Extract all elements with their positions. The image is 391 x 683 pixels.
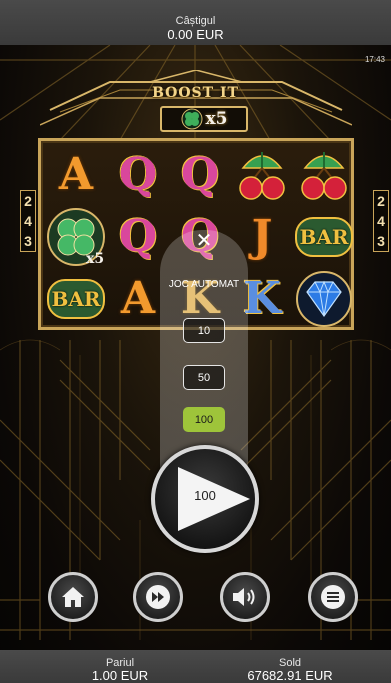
cherries-symbol [301, 152, 347, 200]
autoplay-option-50[interactable]: 50 [183, 365, 225, 390]
win-label: Câștigul [175, 15, 216, 27]
left-line-counter-1: 2 [24, 193, 32, 209]
speaker-icon [233, 588, 255, 606]
symbol-a: A [58, 149, 94, 200]
cherries-icon [231, 144, 293, 206]
right-line-counter-1: 2 [377, 193, 385, 209]
autoplay-title: JOC AUTOMAT [168, 279, 240, 290]
symbol-q: Q [118, 149, 158, 200]
clover-icon: x5 [45, 206, 107, 268]
balance-value: 67682.91 EUR [247, 668, 333, 683]
symbol-q: Q [180, 149, 220, 200]
bet-value[interactable]: 1.00 EUR [80, 668, 160, 683]
bottom-bar: Pariul 1.00 EUR Sold 67682.91 EUR [0, 650, 391, 683]
fast-forward-icon [146, 585, 170, 609]
diamond-icon [293, 268, 355, 330]
top-bar: Câștigul 0.00 EUR [0, 0, 391, 45]
clover-symbol: x5 [47, 208, 105, 267]
bar-symbol: BAR [293, 206, 355, 268]
bar-plate: BAR [47, 279, 105, 319]
symbol-q: Q [118, 211, 158, 262]
hamburger-menu-icon [321, 585, 345, 609]
multiplier-text: x5 [205, 109, 228, 129]
left-line-counter-2: 4 [24, 213, 32, 229]
autoplay-spin-count: 100 [194, 488, 216, 503]
left-line-counter-3: 3 [24, 233, 32, 249]
svg-text:x5: x5 [86, 251, 104, 267]
autoplay-option-10[interactable]: 10 [183, 318, 225, 343]
close-icon[interactable]: ✕ [192, 228, 216, 252]
clover-icon [181, 108, 203, 130]
autoplay-option-100[interactable]: 100 [183, 407, 225, 432]
cherries-symbol [239, 152, 285, 200]
cherries-icon [293, 144, 355, 206]
menu-button[interactable] [308, 572, 358, 622]
win-value: 0.00 EUR [167, 27, 224, 42]
bar-plate: BAR [295, 217, 353, 257]
home-button[interactable] [48, 572, 98, 622]
bar-symbol: BAR [45, 268, 107, 330]
right-line-counter-3: 3 [377, 233, 385, 249]
game-screen: Câștigul 0.00 EUR 17:43 BOOST IT x5 2 4 … [0, 0, 391, 683]
left-line-counter: 2 4 3 [20, 190, 36, 252]
turbo-button[interactable] [133, 572, 183, 622]
diamond-symbol [296, 271, 352, 327]
sound-button[interactable] [220, 572, 270, 622]
right-line-counter-2: 4 [377, 213, 385, 229]
multiplier-badge: x5 [160, 106, 248, 132]
clock: 17:43 [364, 55, 385, 64]
game-title: BOOST IT [152, 85, 239, 101]
right-line-counter: 2 4 3 [373, 190, 389, 252]
home-icon [62, 587, 84, 607]
